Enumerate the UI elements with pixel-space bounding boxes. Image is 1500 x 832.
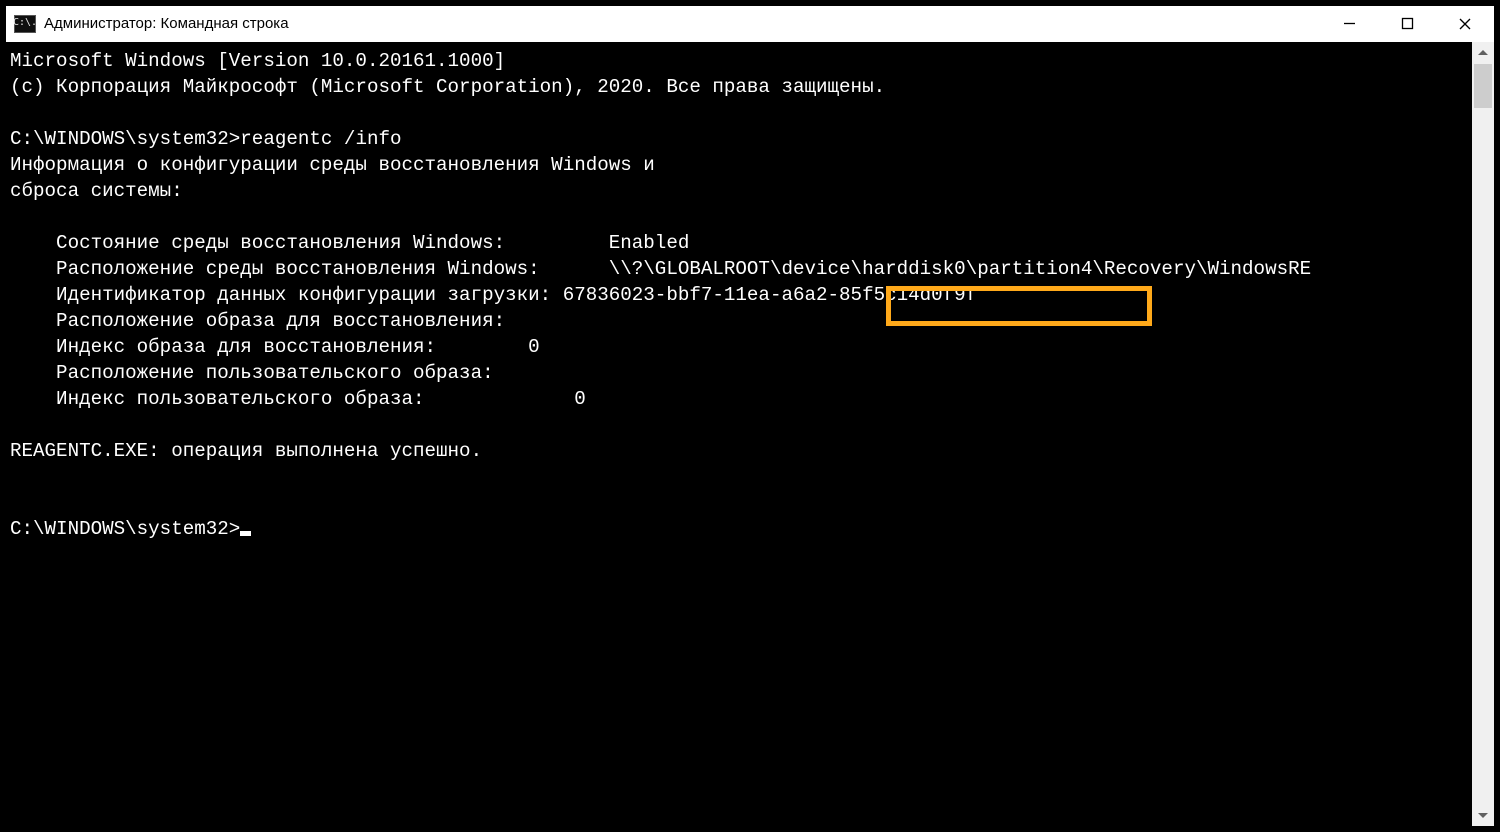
- terminal-prompt: C:\WINDOWS\system32>: [10, 128, 240, 150]
- minimize-button[interactable]: [1320, 6, 1378, 41]
- cursor: [240, 531, 251, 536]
- chevron-down-icon: [1478, 812, 1488, 818]
- cmd-icon: C:\.: [14, 15, 36, 33]
- window-controls: [1320, 6, 1494, 41]
- chevron-up-icon: [1478, 50, 1488, 56]
- terminal-wrap: Microsoft Windows [Version 10.0.20161.10…: [6, 42, 1494, 826]
- minimize-icon: [1343, 17, 1356, 30]
- terminal-line: Индекс пользовательского образа: 0: [10, 388, 586, 410]
- window-title: Администратор: Командная строка: [44, 15, 289, 32]
- terminal-prompt: C:\WINDOWS\system32>: [10, 518, 240, 540]
- scroll-thumb[interactable]: [1474, 64, 1492, 108]
- close-icon: [1458, 17, 1472, 31]
- terminal-line: Расположение среды восстановления Window…: [10, 258, 1311, 280]
- terminal-line: сброса системы:: [10, 180, 183, 202]
- titlebar-left: C:\. Администратор: Командная строка: [6, 15, 289, 33]
- terminal-line: REAGENTC.EXE: операция выполнена успешно…: [10, 440, 482, 462]
- terminal-line: Информация о конфигурации среды восстано…: [10, 154, 655, 176]
- terminal-command: reagentc /info: [240, 128, 401, 150]
- terminal-line: (c) Корпорация Майкрософт (Microsoft Cor…: [10, 76, 885, 98]
- maximize-icon: [1401, 17, 1414, 30]
- vertical-scrollbar[interactable]: [1472, 42, 1494, 826]
- window-frame: C:\. Администратор: Командная строка Mic…: [0, 0, 1500, 832]
- terminal-line: Индекс образа для восстановления: 0: [10, 336, 540, 358]
- titlebar[interactable]: C:\. Администратор: Командная строка: [6, 6, 1494, 42]
- scroll-down-arrow[interactable]: [1472, 804, 1494, 826]
- terminal-line: Расположение образа для восстановления:: [10, 310, 505, 332]
- terminal-line: Microsoft Windows [Version 10.0.20161.10…: [10, 50, 505, 72]
- close-button[interactable]: [1436, 6, 1494, 41]
- terminal[interactable]: Microsoft Windows [Version 10.0.20161.10…: [6, 42, 1472, 826]
- terminal-line: Состояние среды восстановления Windows: …: [10, 232, 689, 254]
- terminal-line: Расположение пользовательского образа:: [10, 362, 494, 384]
- terminal-line: Идентификатор данных конфигурации загруз…: [10, 284, 977, 306]
- scroll-up-arrow[interactable]: [1472, 42, 1494, 64]
- maximize-button[interactable]: [1378, 6, 1436, 41]
